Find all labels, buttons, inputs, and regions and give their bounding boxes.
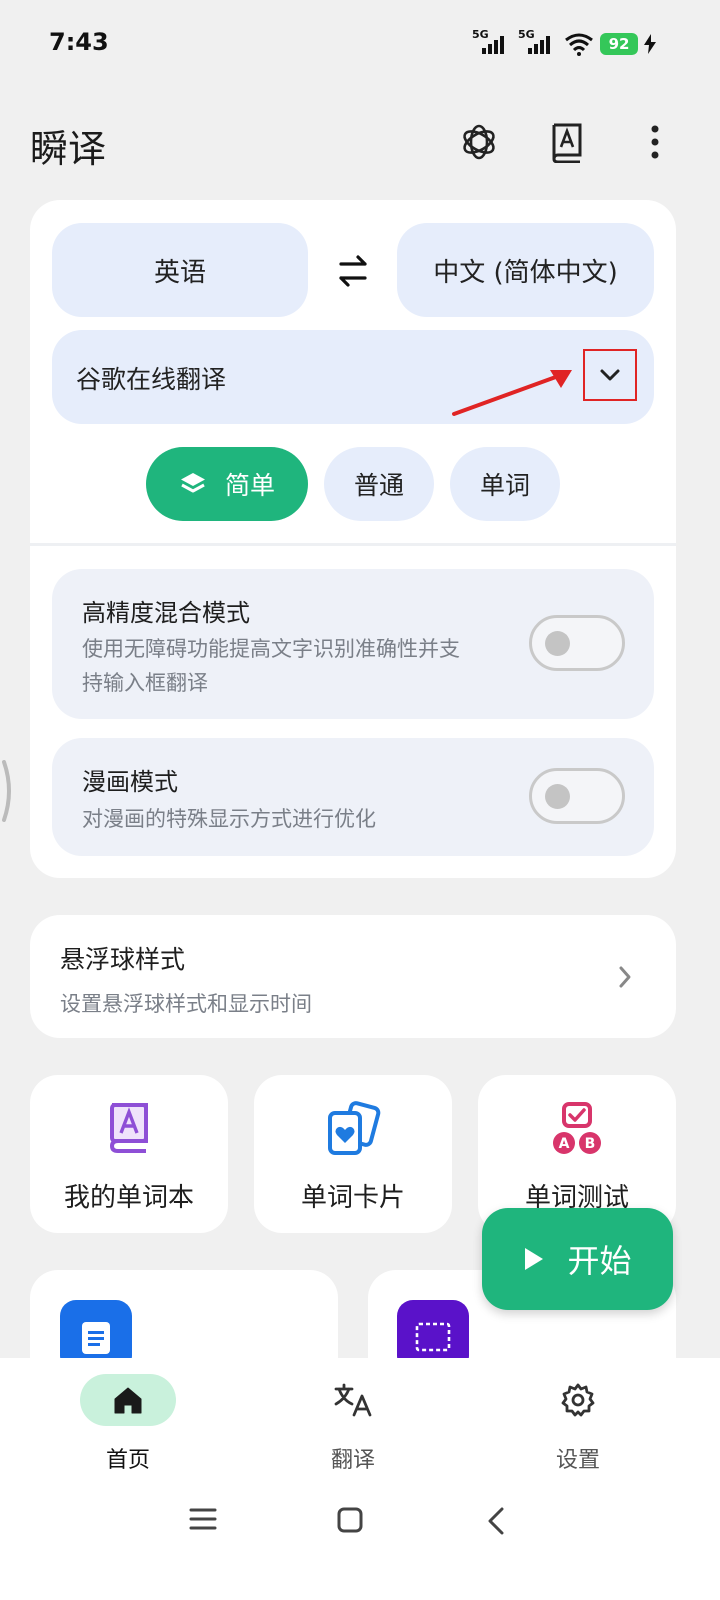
signal-icon-2: 5G xyxy=(518,28,558,58)
mode-simple-label: 简单 xyxy=(224,471,275,500)
high-precision-toggle[interactable] xyxy=(529,615,625,671)
svg-text:A: A xyxy=(559,1136,570,1152)
word-test-icon: A B xyxy=(553,1102,601,1154)
comic-mode-option: 漫画模式 对漫画的特殊显示方式进行优化 xyxy=(52,738,654,856)
nav-label: 设置 xyxy=(555,1448,600,1473)
home-icon xyxy=(80,1374,176,1426)
option-desc-line-2: 持输入框翻译 xyxy=(82,671,208,695)
charging-icon xyxy=(644,34,656,54)
mode-simple-chip[interactable]: 简单 xyxy=(146,447,308,521)
translate-icon xyxy=(305,1374,401,1426)
edge-handle-icon[interactable] xyxy=(0,760,14,822)
signal-icon-1: 5G xyxy=(472,28,512,58)
home-square-icon[interactable] xyxy=(336,1506,364,1534)
play-icon xyxy=(525,1248,544,1270)
my-wordbook-card[interactable]: 我的单词本 xyxy=(30,1075,228,1233)
app-title: 瞬译 xyxy=(30,127,107,171)
layers-icon xyxy=(180,473,205,493)
wordbook-icon xyxy=(109,1103,148,1153)
openai-icon[interactable] xyxy=(451,114,507,170)
svg-text:B: B xyxy=(585,1136,596,1152)
chevron-down-icon xyxy=(600,369,620,381)
back-icon[interactable] xyxy=(486,1506,506,1536)
swap-languages-icon[interactable] xyxy=(333,253,373,289)
status-icons: 5G 5G 92 xyxy=(472,28,656,58)
mode-normal-chip[interactable]: 普通 xyxy=(324,447,434,521)
status-time: 7:43 xyxy=(49,28,109,56)
nav-item-home[interactable]: 首页 xyxy=(68,1374,188,1474)
source-language-button[interactable]: 英语 xyxy=(52,223,308,317)
bottom-nav: 首页 翻译 设置 xyxy=(0,1358,720,1600)
more-vert-icon[interactable] xyxy=(627,114,683,170)
gear-icon xyxy=(530,1374,626,1426)
menu-icon[interactable] xyxy=(188,1506,218,1532)
start-button[interactable]: 开始 xyxy=(482,1208,673,1310)
float-ball-desc: 设置悬浮球样式和显示时间 xyxy=(60,992,312,1016)
option-title: 高精度混合模式 xyxy=(82,599,250,627)
float-ball-title: 悬浮球样式 xyxy=(60,945,186,974)
feature-label: 单词卡片 xyxy=(300,1183,405,1213)
nav-item-translate[interactable]: 翻译 xyxy=(293,1374,413,1474)
option-desc: 对漫画的特殊显示方式进行优化 xyxy=(82,807,376,831)
battery-indicator: 92 xyxy=(600,33,638,55)
engine-dropdown-toggle[interactable] xyxy=(583,349,637,401)
nav-label: 翻译 xyxy=(330,1448,375,1473)
divider xyxy=(30,543,676,546)
dictionary-icon[interactable] xyxy=(539,114,595,170)
wifi-icon xyxy=(565,33,593,56)
feature-label: 我的单词本 xyxy=(63,1183,194,1213)
mode-word-chip[interactable]: 单词 xyxy=(450,447,560,521)
engine-label: 谷歌在线翻译 xyxy=(76,365,227,394)
nav-label: 首页 xyxy=(105,1448,150,1473)
high-precision-mode-option: 高精度混合模式 使用无障碍功能提高文字识别准确性并支 持输入框翻译 xyxy=(52,569,654,719)
option-title: 漫画模式 xyxy=(82,768,178,796)
nav-item-settings[interactable]: 设置 xyxy=(518,1374,638,1474)
comic-mode-toggle[interactable] xyxy=(529,768,625,824)
target-language-button[interactable]: 中文 (简体中文) xyxy=(397,223,654,317)
chevron-right-icon xyxy=(619,966,631,988)
word-cards-icon xyxy=(328,1101,381,1155)
annotation-arrow-icon xyxy=(452,370,572,416)
start-label: 开始 xyxy=(567,1242,632,1280)
word-cards-card[interactable]: 单词卡片 xyxy=(254,1075,452,1233)
float-ball-style-row[interactable] xyxy=(30,915,676,1038)
option-desc-line-1: 使用无障碍功能提高文字识别准确性并支 xyxy=(82,637,460,661)
